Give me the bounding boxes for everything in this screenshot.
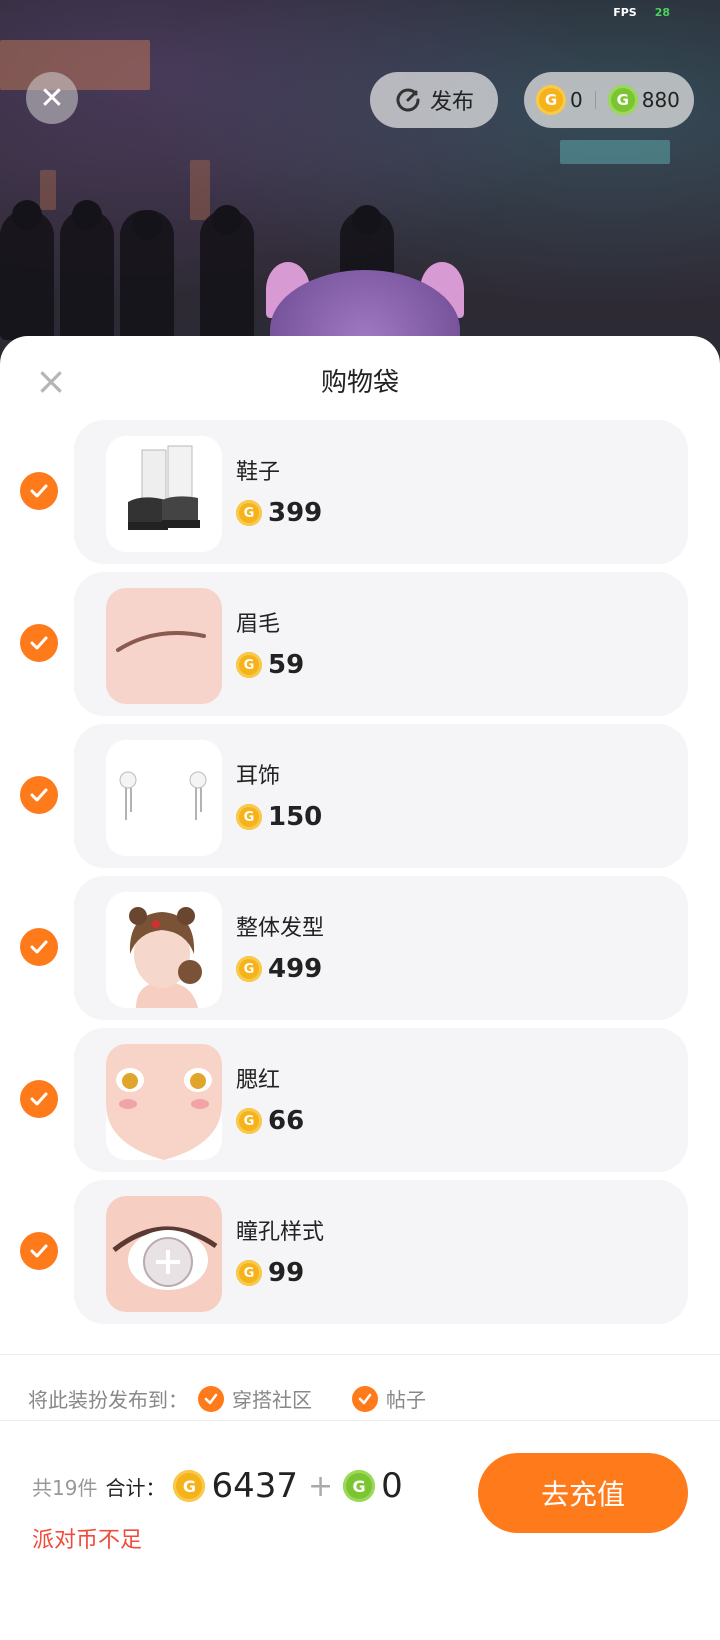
item-checkbox[interactable] [20, 1080, 58, 1118]
item-checkbox[interactable] [20, 1232, 58, 1270]
recharge-button[interactable]: 去充值 [478, 1453, 688, 1533]
item-name: 眉毛 [236, 612, 281, 637]
gold-coin-icon: G [236, 652, 262, 678]
item-name: 整体发型 [236, 916, 325, 941]
item-count: 共19件 [32, 1475, 98, 1500]
gold-coin-icon: G [236, 1260, 262, 1286]
community-option-label[interactable]: 穿搭社区 [232, 1384, 312, 1413]
blush-thumbnail [106, 1044, 222, 1160]
item-name: 耳饰 [236, 764, 281, 789]
sheet-title: 购物袋 [320, 368, 399, 398]
total-summary: 共19件 合计： G 6437 + G 0 [32, 1466, 403, 1506]
check-icon [30, 636, 48, 650]
item-card[interactable]: 整体发型 G 499 [74, 876, 688, 1020]
total-label: 合计： [105, 1475, 166, 1500]
item-price: G 399 [236, 498, 322, 528]
item-card[interactable]: 瞳孔样式 G 99 [74, 1180, 688, 1324]
gold-coin-icon: G [536, 85, 566, 115]
publish-button[interactable]: 发布 [370, 72, 498, 128]
hairstyle-thumbnail [106, 892, 222, 1008]
item-name: 瞳孔样式 [236, 1220, 325, 1245]
item-price: G 150 [236, 802, 322, 832]
item-card[interactable]: 腮红 G 66 [74, 1028, 688, 1172]
cart-item: 整体发型 G 499 [0, 876, 720, 1020]
item-price: G 499 [236, 954, 322, 984]
check-icon [30, 1092, 48, 1106]
gold-balance: 0 [570, 88, 583, 112]
item-checkbox[interactable] [20, 624, 58, 662]
publish-to-row: 将此装扮发布到： 穿搭社区 帖子 [28, 1384, 426, 1413]
fps-counter: FPS 28 [613, 6, 670, 19]
insufficient-warning: 派对币不足 [32, 1528, 143, 1553]
item-price: G 66 [236, 1106, 304, 1136]
check-icon [30, 484, 48, 498]
cart-item: 瞳孔样式 G 99 [0, 1180, 720, 1324]
pupil-thumbnail [106, 1196, 222, 1312]
green-balance: 880 [641, 88, 680, 112]
publish-label: 发布 [429, 90, 474, 115]
check-icon [30, 940, 48, 954]
check-icon [30, 1244, 48, 1258]
cart-item: 腮红 G 66 [0, 1028, 720, 1172]
refresh-icon [396, 88, 420, 112]
item-card[interactable]: 眉毛 G 59 [74, 572, 688, 716]
check-icon [358, 1393, 372, 1404]
item-card[interactable]: 耳饰 G 150 [74, 724, 688, 868]
currency-balance[interactable]: G 0 G 880 [524, 72, 694, 128]
item-price: G 99 [236, 1258, 304, 1288]
item-checkbox[interactable] [20, 472, 58, 510]
earrings-thumbnail [106, 740, 222, 856]
background-scene [0, 0, 720, 360]
item-name: 鞋子 [236, 460, 281, 485]
cart-item: 耳饰 G 150 [0, 724, 720, 868]
check-icon [30, 788, 48, 802]
divider [0, 1354, 720, 1355]
green-coin-icon: G [343, 1470, 376, 1502]
item-name: 腮红 [236, 1068, 281, 1093]
post-option-label[interactable]: 帖子 [386, 1384, 426, 1413]
item-price: G 59 [236, 650, 304, 680]
publish-to-label: 将此装扮发布到： [28, 1388, 188, 1412]
divider [0, 1420, 720, 1421]
green-coin-icon: G [607, 85, 638, 115]
item-checkbox[interactable] [20, 928, 58, 966]
gold-coin-icon: G [236, 956, 262, 982]
gold-total: 6437 [211, 1466, 298, 1506]
shoes-thumbnail [106, 436, 222, 552]
close-icon: ✕ [39, 80, 65, 116]
post-checkbox[interactable] [352, 1385, 378, 1412]
green-total: 0 [381, 1466, 403, 1506]
plus-sign: + [307, 1468, 334, 1504]
gold-coin-icon: G [236, 1108, 262, 1134]
check-icon [204, 1393, 218, 1404]
shopping-bag-sheet: × 购物袋 鞋子 G 399 眉毛 G 59 耳饰 G 150 整体发型 G 4… [0, 336, 720, 1640]
cart-item: 眉毛 G 59 [0, 572, 720, 716]
item-card[interactable]: 鞋子 G 399 [74, 420, 688, 564]
gold-coin-icon: G [173, 1470, 206, 1502]
eyebrow-thumbnail [106, 588, 222, 704]
cart-item: 鞋子 G 399 [0, 420, 720, 564]
gold-coin-icon: G [236, 804, 262, 830]
community-checkbox[interactable] [198, 1385, 224, 1412]
gold-coin-icon: G [236, 500, 262, 526]
top-close-button[interactable]: ✕ [26, 72, 78, 124]
item-checkbox[interactable] [20, 776, 58, 814]
